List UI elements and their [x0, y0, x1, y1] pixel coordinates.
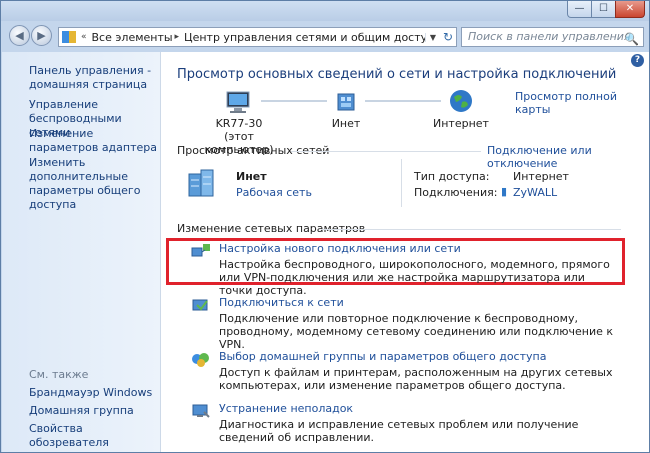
maximize-button[interactable]: ☐ — [591, 1, 616, 18]
breadcrumb-all-items[interactable]: Все элементы пане... — [89, 31, 173, 44]
network-type-link[interactable]: Рабочая сеть — [236, 186, 312, 199]
new-connection-icon — [191, 244, 210, 257]
task-connect: Подключиться к сети Подключение или повт… — [219, 296, 619, 351]
sidebar-item-sharing[interactable]: Изменить дополнительные параметры общего… — [29, 156, 157, 212]
connections-label: Подключения: — [414, 186, 498, 199]
breadcrumb-separator-icon[interactable]: « — [79, 32, 89, 42]
sidebar-item-home[interactable]: Панель управления - домашняя страница — [29, 64, 157, 92]
task-new-connection-link[interactable]: Настройка нового подключения или сети — [219, 242, 614, 255]
see-also-heading: См. также — [29, 368, 89, 381]
signal-bars-icon: ▮ — [501, 185, 508, 198]
access-type-value: Интернет — [513, 170, 569, 183]
sidebar-link-homegroup[interactable]: Домашняя группа — [29, 404, 157, 418]
task-homegroup: Выбор домашней группы и параметров общег… — [219, 350, 619, 392]
vertical-divider — [401, 159, 402, 207]
task-homegroup-desc: Доступ к файлам и принтерам, расположенн… — [219, 366, 613, 392]
task-new-connection: Настройка нового подключения или сети На… — [219, 242, 614, 297]
forward-button[interactable]: ▶ — [31, 25, 52, 46]
back-button[interactable]: ◀ — [9, 25, 30, 46]
address-bar[interactable]: « Все элементы пане... ▸ Центр управлени… — [58, 27, 457, 47]
globe-icon — [450, 90, 472, 112]
search-input[interactable]: Поиск в панели управления 🔍 — [461, 27, 644, 47]
internet-label: Интернет — [433, 117, 489, 130]
divider-active — [291, 151, 481, 152]
sidebar-link-internet-options[interactable]: Свойства обозревателя — [29, 422, 157, 450]
map-connector-1 — [261, 100, 327, 102]
connect-network-icon — [192, 299, 208, 311]
main-content: ? Просмотр основных сведений о сети и на… — [161, 52, 649, 452]
task-connect-desc: Подключение или повторное подключение к … — [219, 312, 614, 351]
task-homegroup-link[interactable]: Выбор домашней группы и параметров общег… — [219, 350, 619, 363]
back-arrow-icon: ◀ — [15, 29, 24, 42]
connection-zywall-link[interactable]: ZyWALL — [513, 186, 557, 199]
search-placeholder: Поиск в панели управления — [468, 30, 631, 43]
homegroup-icon — [192, 353, 209, 367]
active-network-name: Инет — [236, 170, 267, 183]
full-map-link[interactable]: Просмотр полной карты — [515, 90, 649, 116]
help-icon[interactable]: ? — [631, 54, 644, 67]
sidebar-link-firewall[interactable]: Брандмауэр Windows — [29, 386, 157, 400]
network-name: Инет — [331, 117, 361, 130]
refresh-icon[interactable]: ↻ — [440, 30, 456, 44]
network-building-icon — [188, 169, 214, 197]
task-troubleshoot-desc: Диагностика и исправление сетевых пробле… — [219, 418, 579, 444]
breadcrumb-chevron-icon[interactable]: ▸ — [173, 32, 182, 42]
computer-icon — [226, 91, 250, 113]
control-panel-icon — [62, 31, 76, 43]
sidebar-item-adapter[interactable]: Изменение параметров адаптера — [29, 127, 157, 155]
address-dropdown-icon[interactable]: ▼ — [425, 32, 440, 42]
title-bar: — ☐ ✕ — [1, 1, 649, 21]
search-icon[interactable]: 🔍 — [624, 30, 639, 48]
map-network-node[interactable]: Инет — [321, 90, 371, 130]
troubleshoot-icon — [192, 404, 210, 418]
minimize-button[interactable]: — — [567, 1, 592, 18]
breadcrumb-network-center[interactable]: Центр управления сетями и общим доступом — [181, 31, 425, 44]
task-troubleshoot: Устранение неполадок Диагностика и испра… — [219, 402, 619, 444]
sidebar: Панель управления - домашняя страница Уп… — [2, 52, 161, 452]
divider-change — [321, 229, 621, 230]
network-icon — [337, 93, 355, 111]
task-troubleshoot-link[interactable]: Устранение неполадок — [219, 402, 619, 415]
connect-disconnect-link[interactable]: Подключение или отключение — [487, 144, 649, 170]
map-internet-node[interactable]: Интернет — [426, 88, 496, 130]
navigation-bar: ◀ ▶ « Все элементы пане... ▸ Центр управ… — [1, 21, 649, 51]
computer-name: KR77-30 — [215, 117, 263, 130]
access-type-label: Тип доступа: — [414, 170, 490, 183]
window: — ☐ ✕ ◀ ▶ « Все элементы пане... ▸ Центр… — [0, 0, 650, 453]
task-connect-link[interactable]: Подключиться к сети — [219, 296, 619, 309]
task-new-connection-desc: Настройка беспроводного, широкополосного… — [219, 258, 610, 297]
close-button[interactable]: ✕ — [615, 1, 645, 18]
page-title: Просмотр основных сведений о сети и наст… — [177, 67, 617, 82]
forward-arrow-icon: ▶ — [37, 29, 46, 42]
